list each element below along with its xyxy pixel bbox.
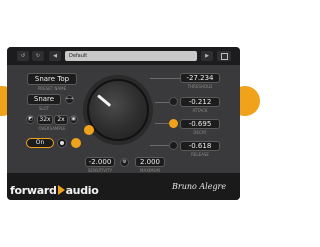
undo-button[interactable]: ↺ <box>17 51 29 61</box>
threshold-field[interactable]: -27.234 <box>180 73 220 83</box>
decay-caption: DECAY <box>193 130 207 135</box>
oversample-right-field[interactable]: 2x <box>54 115 68 125</box>
attack-field[interactable]: -0.212 <box>180 97 220 107</box>
slot-value: Snare <box>33 95 55 103</box>
slot-caption: SLOT <box>38 106 50 111</box>
attack-value: -0.212 <box>188 98 212 106</box>
preset-name-caption: PRESET NAME <box>37 86 67 91</box>
power-icon <box>60 141 64 145</box>
brand-logo: forward audio <box>10 179 99 197</box>
link-icon: ⟷ <box>66 96 74 102</box>
release-field[interactable]: -0.618 <box>180 141 220 151</box>
decay-field[interactable]: -0.695 <box>180 119 220 129</box>
attack-caption: ATTACK <box>192 108 208 113</box>
top-bar: ↺ ↻ ◀ Default ▶ <box>7 47 240 65</box>
settings-icon: ⚙ <box>122 159 127 165</box>
signature: Bruno Alegre <box>172 182 227 191</box>
sensitivity-value: -2.000 <box>88 158 112 166</box>
settings-icon: ▣ <box>71 116 76 122</box>
preset-prev-button[interactable]: ◀ <box>49 51 61 61</box>
oversample-right-value: 2x <box>57 116 65 123</box>
chevron-right-icon: ▶ <box>205 53 209 59</box>
decay-value: -0.695 <box>188 120 212 128</box>
preset-selector-label: Default <box>69 53 88 59</box>
undo-icon: ↺ <box>20 53 26 59</box>
release-node[interactable] <box>169 141 178 150</box>
bottom-bar: forward audio Bruno Alegre <box>7 173 240 200</box>
oversample-caption: OVERSAMPLE <box>38 126 66 131</box>
power-accent-dot <box>71 138 81 148</box>
link-button[interactable]: ⟷ <box>65 95 74 104</box>
preset-name-field[interactable]: Snare Top <box>27 73 77 85</box>
release-value: -0.618 <box>188 142 212 150</box>
play-icon <box>57 185 65 195</box>
redo-icon: ↻ <box>35 53 41 59</box>
knob-accent-arc <box>84 125 94 135</box>
decay-node[interactable] <box>169 119 178 128</box>
preset-next-button[interactable]: ▶ <box>201 51 213 61</box>
center-settings-button[interactable]: ⚙ <box>120 158 129 167</box>
slot-field[interactable]: Snare <box>27 94 61 105</box>
power-indicator[interactable] <box>57 138 67 148</box>
redo-button[interactable]: ↻ <box>32 51 44 61</box>
chevron-left-icon: ◀ <box>53 53 57 59</box>
save-icon <box>220 53 228 60</box>
release-caption: RELEASE <box>191 152 209 157</box>
connector-line <box>155 123 169 124</box>
preset-name-value: Snare Top <box>34 75 70 83</box>
brand-text: forward <box>10 184 57 197</box>
connector-line <box>150 78 180 79</box>
save-button[interactable] <box>217 51 231 61</box>
preset-selector[interactable]: Default <box>65 51 197 61</box>
maximum-value: 2.000 <box>139 158 161 166</box>
oversample-icon-button[interactable]: ◩ <box>26 115 35 124</box>
threshold-value: -27.234 <box>186 74 214 82</box>
oversample-icon: ◩ <box>28 116 33 122</box>
attack-node[interactable] <box>169 97 178 106</box>
threshold-caption: THRESHOLD <box>187 84 213 89</box>
main-knob-pointer <box>97 94 112 107</box>
plugin-window: ↺ ↻ ◀ Default ▶ Snare Top PRESET NAME Sn… <box>7 47 240 200</box>
brand-suffix: audio <box>65 184 99 197</box>
connector-line <box>155 102 169 103</box>
main-knob[interactable] <box>87 79 149 141</box>
connector-line <box>150 145 169 146</box>
oversample-left-field[interactable]: 32x <box>37 115 53 125</box>
maximum-field[interactable]: 2.000 <box>135 157 165 167</box>
oversample-settings-button[interactable]: ▣ <box>69 115 78 124</box>
sensitivity-field[interactable]: -2.000 <box>85 157 115 167</box>
power-label: On <box>35 139 45 146</box>
power-button[interactable]: On <box>26 138 54 148</box>
oversample-left-value: 32x <box>39 116 51 123</box>
